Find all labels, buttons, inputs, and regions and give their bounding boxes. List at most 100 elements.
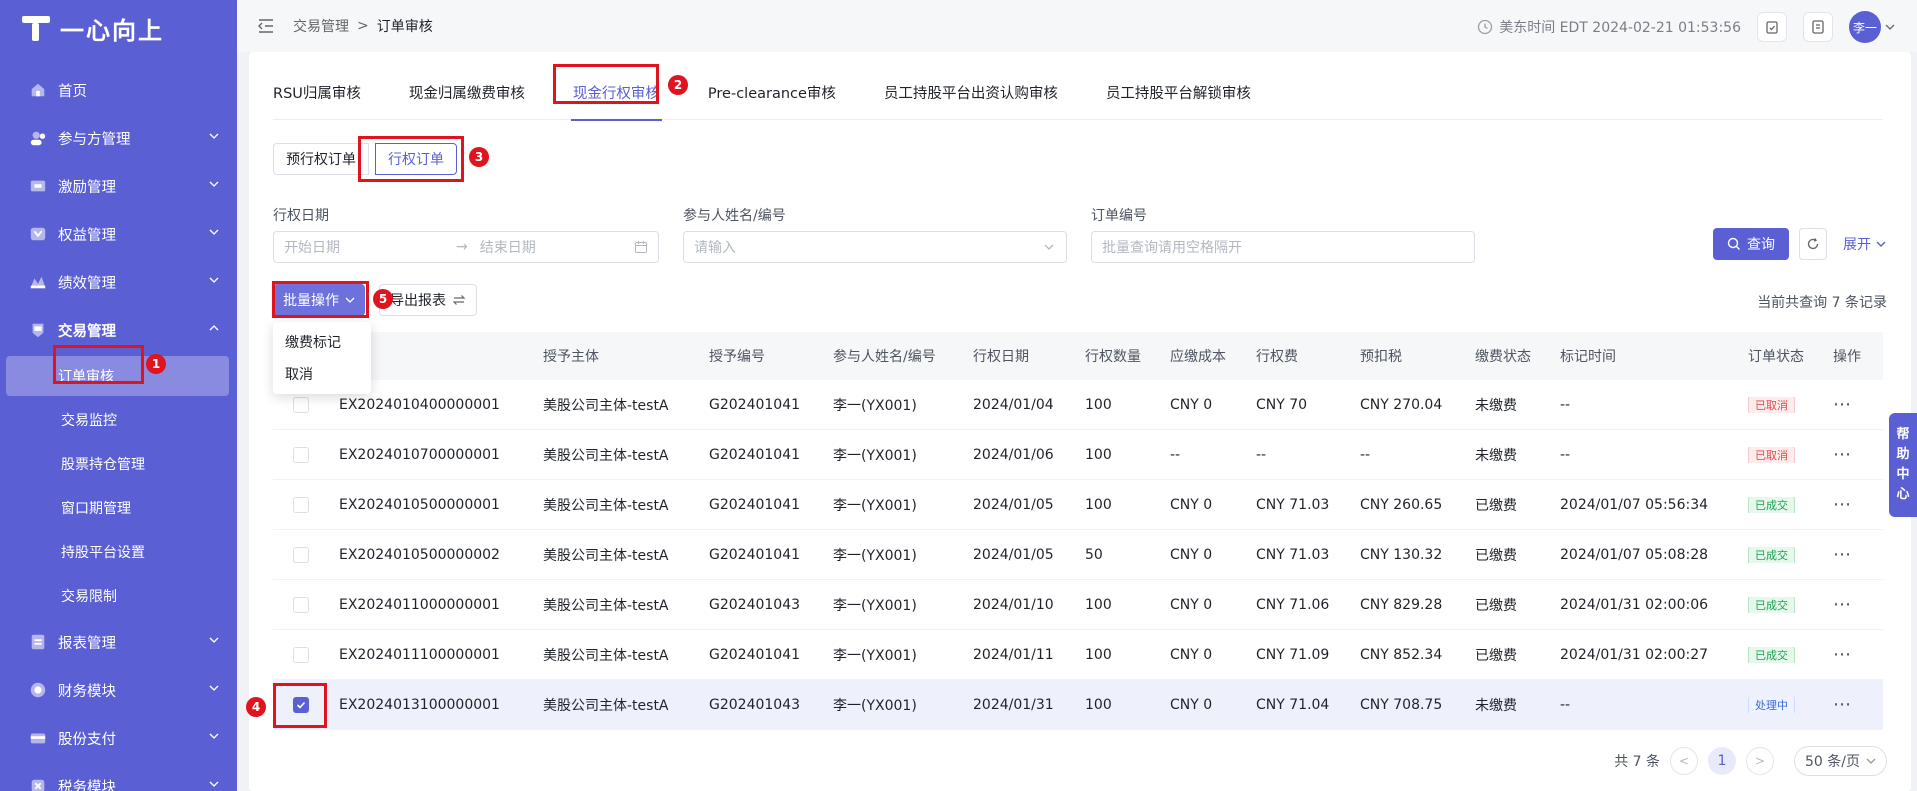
export-report-button[interactable]: 导出报表 bbox=[379, 284, 477, 316]
logo[interactable]: 一心向上 bbox=[0, 0, 237, 56]
tab-pre-clearance[interactable]: Pre-clearance审核 bbox=[708, 66, 860, 120]
more-actions-icon[interactable]: ⋯ bbox=[1833, 394, 1852, 415]
sidebar-subitem-platform-settings[interactable]: 持股平台设置 bbox=[0, 530, 237, 574]
help-char: 心 bbox=[1896, 487, 1910, 502]
page-size-select[interactable]: 50 条/页 bbox=[1794, 746, 1887, 776]
row-checkbox[interactable] bbox=[293, 696, 309, 713]
sidebar-item-incentive[interactable]: 激励管理 bbox=[0, 162, 237, 210]
tab-rsu-vesting[interactable]: RSU归属审核 bbox=[273, 66, 385, 120]
cell-grant: G202401041 bbox=[709, 646, 801, 663]
task-button[interactable] bbox=[1757, 12, 1787, 42]
cell-date: 2024/01/04 bbox=[973, 396, 1054, 413]
table-row[interactable]: EX2024013100000001 美股公司主体-testA G202401043… bbox=[273, 680, 1883, 730]
mark-paid-option[interactable]: 缴费标记 bbox=[273, 326, 371, 358]
reset-button[interactable] bbox=[1799, 228, 1827, 260]
cell-fee: CNY 71.03 bbox=[1256, 546, 1330, 563]
sidebar-subitem-holdings[interactable]: 股票持仓管理 bbox=[0, 442, 237, 486]
expand-filters-link[interactable]: 展开 bbox=[1843, 234, 1887, 254]
sidebar-item-performance[interactable]: 绩效管理 bbox=[0, 258, 237, 306]
table-row[interactable]: EX2024011100000001 美股公司主体-testA G202401041… bbox=[273, 630, 1883, 680]
cell-cost: -- bbox=[1170, 446, 1181, 463]
sidebar-item-finance[interactable]: 财务模块 bbox=[0, 666, 237, 714]
arrow-right-icon: → bbox=[456, 239, 468, 255]
sidebar-subitem-order-review[interactable]: 订单审核 bbox=[6, 356, 229, 396]
performance-icon bbox=[28, 272, 48, 292]
order-number-label: 订单编号 bbox=[1091, 208, 1147, 224]
batch-operation-button[interactable]: 批量操作 bbox=[273, 284, 365, 316]
date-filter-label: 行权日期 bbox=[273, 208, 329, 224]
cell-grant: G202401041 bbox=[709, 396, 801, 413]
row-select-cell bbox=[273, 446, 329, 463]
column-header: 缴费状态 bbox=[1475, 349, 1531, 365]
sidebar-item-tax[interactable]: 税务模块 bbox=[0, 762, 237, 791]
cell-fee: CNY 71.09 bbox=[1256, 646, 1330, 663]
row-checkbox[interactable] bbox=[293, 496, 309, 513]
query-button[interactable]: 查询 bbox=[1713, 228, 1789, 260]
row-checkbox[interactable] bbox=[293, 396, 309, 413]
row-checkbox[interactable] bbox=[293, 596, 309, 613]
cell-mark: 2024/01/07 05:08:28 bbox=[1560, 546, 1709, 563]
table-row[interactable]: EX2024010400000001 美股公司主体-testA G202401041… bbox=[273, 380, 1883, 430]
help-center-tab[interactable]: 帮 助 中 心 bbox=[1889, 413, 1917, 517]
tab-cash-exercise[interactable]: 现金行权审核 bbox=[570, 66, 684, 121]
sidebar-item-equity[interactable]: 权益管理 bbox=[0, 210, 237, 258]
cell-person: 李一(YX001) bbox=[833, 397, 917, 414]
sidebar-item-participants[interactable]: 参与方管理 bbox=[0, 114, 237, 162]
cell-pay: 已缴费 bbox=[1475, 647, 1517, 664]
more-actions-icon[interactable]: ⋯ bbox=[1833, 694, 1852, 715]
tab-cash-vesting-payment[interactable]: 现金归属缴费审核 bbox=[409, 66, 549, 120]
annotation-badge-1: 1 bbox=[146, 354, 166, 374]
cell-status: 处理中 bbox=[1738, 696, 1823, 713]
user-menu[interactable]: 李一 bbox=[1849, 11, 1895, 43]
more-actions-icon[interactable]: ⋯ bbox=[1833, 494, 1852, 515]
order-number-input[interactable]: 批量查询请用空格隔开 bbox=[1091, 231, 1475, 263]
batch-label: 批量操作 bbox=[283, 293, 339, 309]
sidebar-item-trade[interactable]: 交易管理 bbox=[0, 306, 237, 354]
notes-button[interactable] bbox=[1803, 12, 1833, 42]
status-badge: 处理中 bbox=[1748, 696, 1795, 713]
sidebar-item-report[interactable]: 报表管理 bbox=[0, 618, 237, 666]
table-row[interactable]: EX2024010500000002 美股公司主体-testA G202401041… bbox=[273, 530, 1883, 580]
more-actions-icon[interactable]: ⋯ bbox=[1833, 544, 1852, 565]
tab-platform-unlock[interactable]: 员工持股平台解锁审核 bbox=[1106, 66, 1275, 120]
cell-person: 李一(YX001) bbox=[833, 697, 917, 714]
clipboard-check-icon bbox=[1766, 21, 1778, 34]
table-row[interactable]: EX2024010700000001 美股公司主体-testA G202401041… bbox=[273, 430, 1883, 480]
next-page-button[interactable]: > bbox=[1746, 747, 1775, 775]
participant-filter-label: 参与人姓名/编号 bbox=[683, 208, 786, 224]
participant-select[interactable]: 请输入 bbox=[683, 231, 1067, 263]
orders-table: 编号 授予主体 授予编号 参与人姓名/编号 行权日期 行权数量 应缴成本 行权费… bbox=[273, 332, 1883, 730]
page-1-button[interactable]: 1 bbox=[1708, 747, 1737, 775]
row-checkbox[interactable] bbox=[293, 546, 309, 563]
sidebar-subitem-trade-limits[interactable]: 交易限制 bbox=[0, 574, 237, 618]
sidebar-item-share-payment[interactable]: 股份支付 bbox=[0, 714, 237, 762]
table-row[interactable]: EX2024010500000001 美股公司主体-testA G202401041… bbox=[273, 480, 1883, 530]
date-range-input[interactable]: 开始日期 → 结束日期 bbox=[273, 231, 659, 263]
sidebar-subitem-trade-monitor[interactable]: 交易监控 bbox=[0, 398, 237, 442]
cell-tax: CNY 130.32 bbox=[1360, 546, 1443, 563]
cancel-option[interactable]: 取消 bbox=[273, 358, 371, 390]
breadcrumb-item[interactable]: 交易管理 bbox=[293, 16, 349, 36]
sidebar-menu: 首页 参与方管理 激励管理 权益管理 绩效管理 交易管理 订单审核 交易监控 股… bbox=[0, 66, 237, 791]
pre-exercise-orders-button[interactable]: 预行权订单 bbox=[273, 143, 369, 175]
more-actions-icon[interactable]: ⋯ bbox=[1833, 594, 1852, 615]
cell-actions: ⋯ bbox=[1823, 544, 1873, 565]
cell-mark: -- bbox=[1560, 446, 1571, 463]
column-header: 行权日期 bbox=[973, 349, 1029, 365]
sidebar-item-home[interactable]: 首页 bbox=[0, 66, 237, 114]
exercise-orders-button[interactable]: 行权订单 bbox=[375, 143, 457, 175]
row-checkbox[interactable] bbox=[293, 446, 309, 463]
cell-date: 2024/01/06 bbox=[973, 446, 1054, 463]
annotation-badge-5: 5 bbox=[373, 289, 393, 309]
more-actions-icon[interactable]: ⋯ bbox=[1833, 644, 1852, 665]
cell-cost: CNY 0 bbox=[1170, 396, 1213, 413]
table-row[interactable]: EX2024011000000001 美股公司主体-testA G202401043… bbox=[273, 580, 1883, 630]
sidebar-subitem-window-period[interactable]: 窗口期管理 bbox=[0, 486, 237, 530]
menu-fold-icon[interactable] bbox=[257, 17, 275, 35]
prev-page-button[interactable]: < bbox=[1670, 747, 1699, 775]
tab-platform-subscription[interactable]: 员工持股平台出资认购审核 bbox=[884, 66, 1082, 120]
cell-id: EX2024011000000001 bbox=[339, 596, 500, 613]
more-actions-icon[interactable]: ⋯ bbox=[1833, 444, 1852, 465]
row-checkbox[interactable] bbox=[293, 646, 309, 663]
chevron-down-icon bbox=[209, 133, 219, 139]
